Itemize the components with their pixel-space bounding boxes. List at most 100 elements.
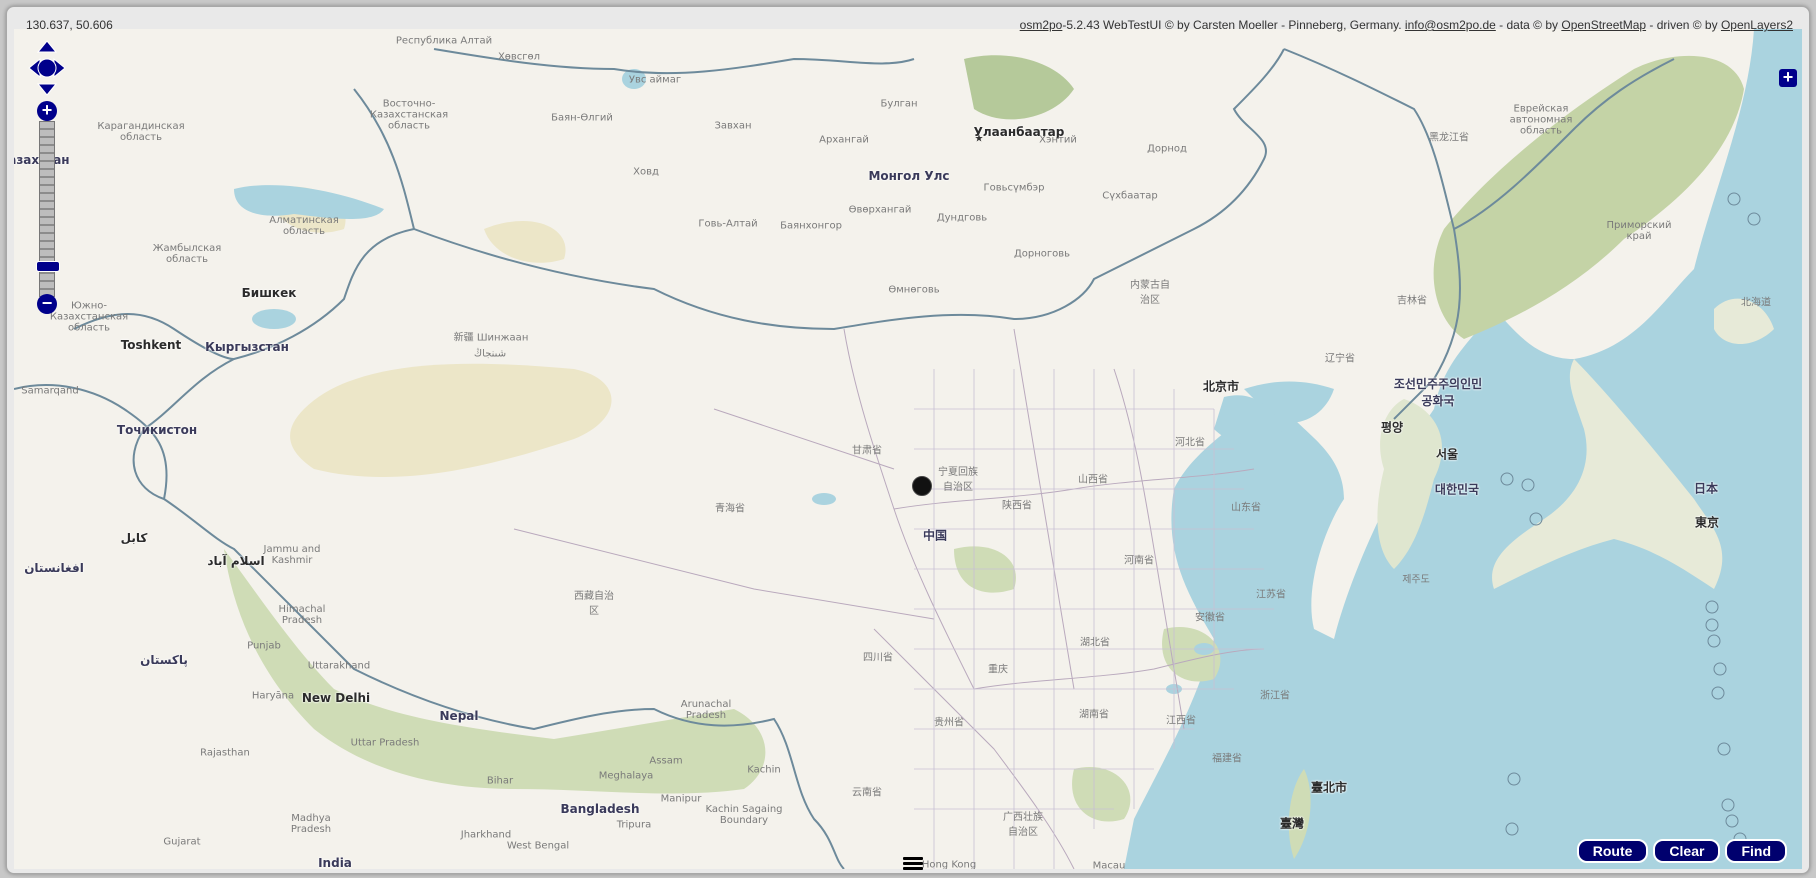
label-fujian: 福建省: [1212, 753, 1242, 765]
zoom-in-button[interactable]: +: [37, 101, 57, 121]
label-pakistan: پاکستان: [140, 653, 188, 667]
route-marker[interactable]: [912, 476, 932, 496]
label-chongqing: 重庆: [988, 664, 1008, 676]
label-almaty-region: Алматинская область: [269, 215, 339, 237]
label-assam: Assam: [649, 755, 683, 767]
label-taipei: 臺北市: [1310, 780, 1348, 795]
zoom-slider-handle[interactable]: [36, 261, 60, 272]
label-kachin-sagaing: Kachin Sagaing Boundary: [705, 804, 783, 826]
map-canvas[interactable]: Республика Алтай Хөвсгөл Увс аймаг Баян-…: [14, 29, 1802, 869]
label-tokyo: 東京: [1694, 515, 1720, 530]
label-guangxi: 广西壮族自治区: [1003, 812, 1043, 838]
capital-star-icon: ★: [974, 133, 984, 145]
menu-icon[interactable]: [903, 857, 923, 871]
label-altai: Республика Алтай: [395, 35, 493, 47]
label-manipur: Manipur: [660, 793, 702, 805]
label-qinghai: 青海省: [715, 503, 745, 515]
clear-button[interactable]: Clear: [1653, 839, 1721, 863]
label-bayankhongor: Баянхонгор: [780, 220, 842, 232]
label-hebei: 河北省: [1175, 437, 1205, 449]
label-nepal: Nepal: [439, 709, 479, 723]
email-link[interactable]: info@osm2po.de: [1405, 18, 1496, 32]
label-bayan-olgii: Баян-Өлгий: [551, 112, 613, 124]
label-sukhbaatar: Сүхбаатар: [1102, 190, 1158, 202]
label-liaoning: 辽宁省: [1325, 353, 1355, 365]
label-jilin: 吉林省: [1397, 295, 1427, 307]
openstreetmap-link[interactable]: OpenStreetMap: [1561, 18, 1646, 32]
label-dornogovi: Дорноговь: [1013, 248, 1071, 260]
label-bihar: Bihar: [486, 775, 514, 787]
attribution-text-3: - driven © by: [1646, 18, 1721, 32]
label-punjab: Punjab: [247, 640, 281, 652]
label-taiwan: 臺灣: [1279, 816, 1305, 831]
label-uttarakhand: Uttarakhand: [307, 660, 371, 672]
label-mongolia: Монгол Улс: [868, 169, 950, 183]
label-shandong: 山东省: [1231, 502, 1261, 514]
layer-switcher-button[interactable]: +: [1779, 68, 1797, 87]
label-dornod: Дорнод: [1147, 143, 1187, 155]
cursor-coordinates: 130.637, 50.606: [26, 18, 113, 32]
app-frame: Республика Алтай Хөвсгөл Увс аймаг Баян-…: [6, 6, 1810, 874]
label-kabul: كابل: [120, 531, 148, 545]
label-dundgovi: Дундговь: [936, 212, 988, 224]
label-seoul: 서울: [1435, 447, 1459, 462]
label-tajikistan: Точикистон: [116, 423, 198, 437]
label-north-korea: 조선민주주의인민공화국: [1393, 377, 1483, 408]
label-arunachal: Arunachal Pradesh: [680, 699, 732, 721]
find-button[interactable]: Find: [1725, 839, 1787, 863]
route-button[interactable]: Route: [1576, 839, 1649, 863]
label-govisumber: Говьсүмбэр: [983, 182, 1045, 194]
label-jammu-kashmir: Jammu and Kashmir: [263, 544, 321, 566]
label-khentii: Хэнтий: [1039, 134, 1077, 146]
label-zhambyl: Жамбылская область: [152, 243, 222, 265]
map-base: [14, 29, 1802, 869]
zoom-control: + −: [36, 101, 60, 315]
label-ningxia: 宁夏回族自治区: [938, 467, 978, 493]
label-yunnan: 云南省: [852, 787, 882, 799]
label-madhya-pradesh: Madhya Pradesh: [290, 813, 332, 835]
osm2po-link[interactable]: osm2po: [1020, 18, 1063, 32]
label-tripura: Tripura: [616, 819, 652, 831]
label-xinjiang: 新疆 Шинжаан: [453, 332, 529, 344]
label-govi-altai: Говь-Алтай: [698, 218, 758, 230]
zoom-out-button[interactable]: −: [37, 294, 57, 314]
label-himachal: Himachal Pradesh: [278, 604, 326, 626]
label-zhejiang: 浙江省: [1260, 690, 1290, 702]
label-bishkek: Бишкек: [241, 286, 297, 300]
label-bangladesh: Bangladesh: [560, 802, 640, 816]
label-jiangsu: 江苏省: [1256, 589, 1286, 601]
label-gansu: 甘肃省: [852, 445, 882, 457]
label-hunan: 湖南省: [1079, 709, 1109, 721]
label-beijing: 北京市: [1202, 379, 1240, 394]
label-india: India: [318, 856, 352, 869]
label-samarqand: Samarqand: [21, 385, 79, 397]
label-xinjiang-uyghur: شىنجاڭ: [473, 348, 507, 360]
label-macau: Macau: [1092, 860, 1126, 870]
label-guizhou: 贵州省: [934, 717, 964, 729]
label-new-delhi: New Delhi: [301, 691, 371, 705]
pan-arrows-icon[interactable]: [27, 39, 67, 97]
label-china: 中国: [922, 528, 948, 543]
openlayers-link[interactable]: OpenLayers2: [1721, 18, 1793, 32]
label-east-kazakhstan: Восточно-Казахстанская область: [369, 98, 449, 132]
action-buttons: Route Clear Find: [1576, 839, 1787, 863]
label-jeju: 제주도: [1402, 574, 1430, 586]
label-jiangxi: 江西省: [1166, 715, 1196, 727]
label-anhui: 安徽省: [1195, 612, 1225, 624]
label-ovorkhangai: Өвөрхангай: [848, 204, 912, 216]
label-tibet: 西藏自治区: [574, 591, 614, 617]
attribution-text-2: - data © by: [1495, 18, 1562, 32]
label-kachin: Kachin: [747, 764, 781, 776]
label-henan: 河南省: [1124, 555, 1154, 567]
label-inner-mongolia: 内蒙古自治区: [1130, 280, 1170, 306]
label-khovd: Ховд: [633, 166, 659, 178]
pan-control[interactable]: [27, 39, 67, 97]
label-japan: 日本: [1693, 481, 1719, 496]
label-hong-kong: Hong Kong: [921, 859, 977, 870]
attribution-text-1: -5.2.43 WebTestUI © by Carsten Moeller -…: [1062, 18, 1405, 32]
label-gujarat: Gujarat: [163, 836, 201, 848]
label-zavkhan: Завхан: [714, 120, 752, 132]
label-hokkaido: 北海道: [1741, 297, 1771, 309]
label-shaanxi: 陕西省: [1002, 500, 1032, 512]
label-primorsky: Приморский край: [1606, 220, 1672, 242]
